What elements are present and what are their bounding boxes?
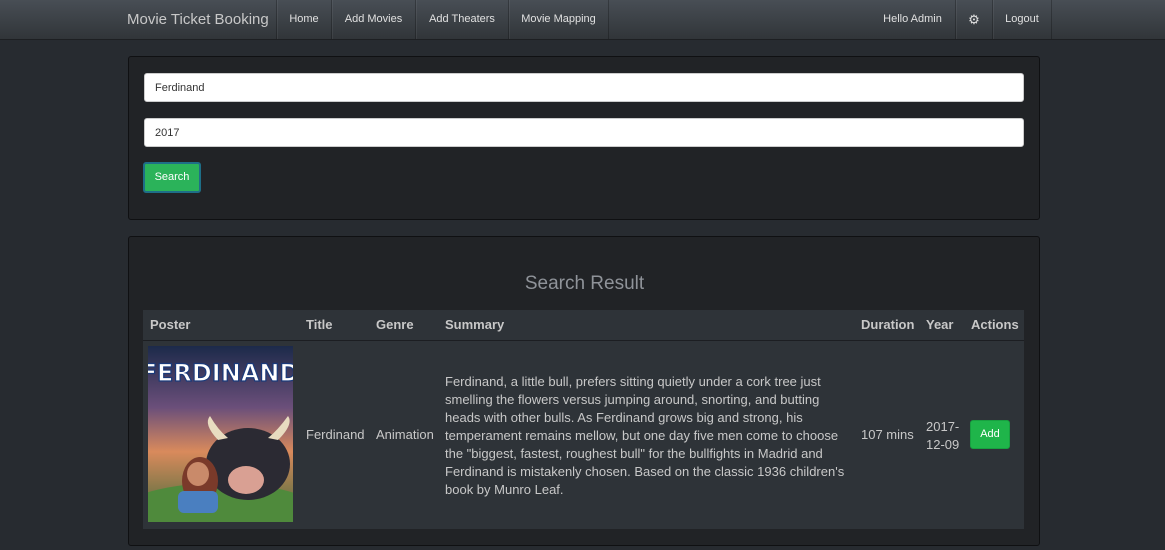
settings-button[interactable]: ⚙ [955, 0, 992, 39]
result-panel: Search Result Poster Title Genre Summary… [128, 236, 1040, 546]
search-button[interactable]: Search [143, 162, 201, 193]
brand-link[interactable]: Movie Ticket Booking [113, 0, 283, 39]
col-duration: Duration [861, 317, 915, 332]
cell-year: 2017- 12-09 [926, 418, 959, 454]
navbar: Movie Ticket Booking Home Add Movies Add… [0, 0, 1165, 40]
logout-link[interactable]: Logout [992, 0, 1052, 39]
cell-summary: Ferdinand, a little bull, prefers sittin… [445, 373, 850, 499]
col-title: Title [306, 317, 333, 332]
nav-add-theaters[interactable]: Add Theaters [415, 0, 508, 39]
movie-title-input[interactable] [144, 73, 1024, 102]
summary-line: heads with other bulls. As Ferdinand gro… [445, 410, 803, 425]
cell-title: Ferdinand [306, 427, 365, 442]
header-divider [143, 340, 1024, 341]
col-genre: Genre [376, 317, 414, 332]
summary-line: smelling the flowers versus jumping arou… [445, 392, 820, 407]
col-poster: Poster [150, 317, 191, 332]
poster-title-text: FERDINAND [148, 359, 293, 387]
result-table: Poster Title Genre Summary Duration Year… [143, 310, 1024, 529]
greeting-text: Hello Admin [883, 13, 942, 25]
summary-line: book by Munro Leaf. [445, 482, 564, 497]
movie-year-input[interactable] [144, 118, 1024, 147]
year-line: 12-09 [926, 437, 960, 452]
summary-line: Ferdinand is mistakenly chosen. Based on… [445, 464, 845, 479]
summary-line: Ferdinand, a little bull, prefers sittin… [445, 374, 821, 389]
col-year: Year [926, 317, 954, 332]
cell-genre: Animation [376, 427, 434, 442]
col-summary: Summary [445, 317, 505, 332]
summary-line: the "biggest, fastest, roughest bull" fo… [445, 446, 823, 461]
summary-line: temperament remains mellow, but one day … [445, 428, 839, 443]
result-heading: Search Result [524, 273, 645, 294]
add-button[interactable]: Add [970, 420, 1010, 449]
nav-add-movies[interactable]: Add Movies [331, 0, 415, 39]
nav-home[interactable]: Home [276, 0, 331, 39]
search-panel: Search [128, 56, 1040, 220]
cell-duration: 107 mins [861, 427, 914, 442]
year-line: 2017- [926, 419, 960, 434]
movie-poster: FERDINAND [148, 346, 293, 522]
col-actions: Actions [971, 317, 1019, 332]
gear-icon: ⚙ [968, 12, 980, 27]
nav-movie-mapping[interactable]: Movie Mapping [508, 0, 609, 39]
